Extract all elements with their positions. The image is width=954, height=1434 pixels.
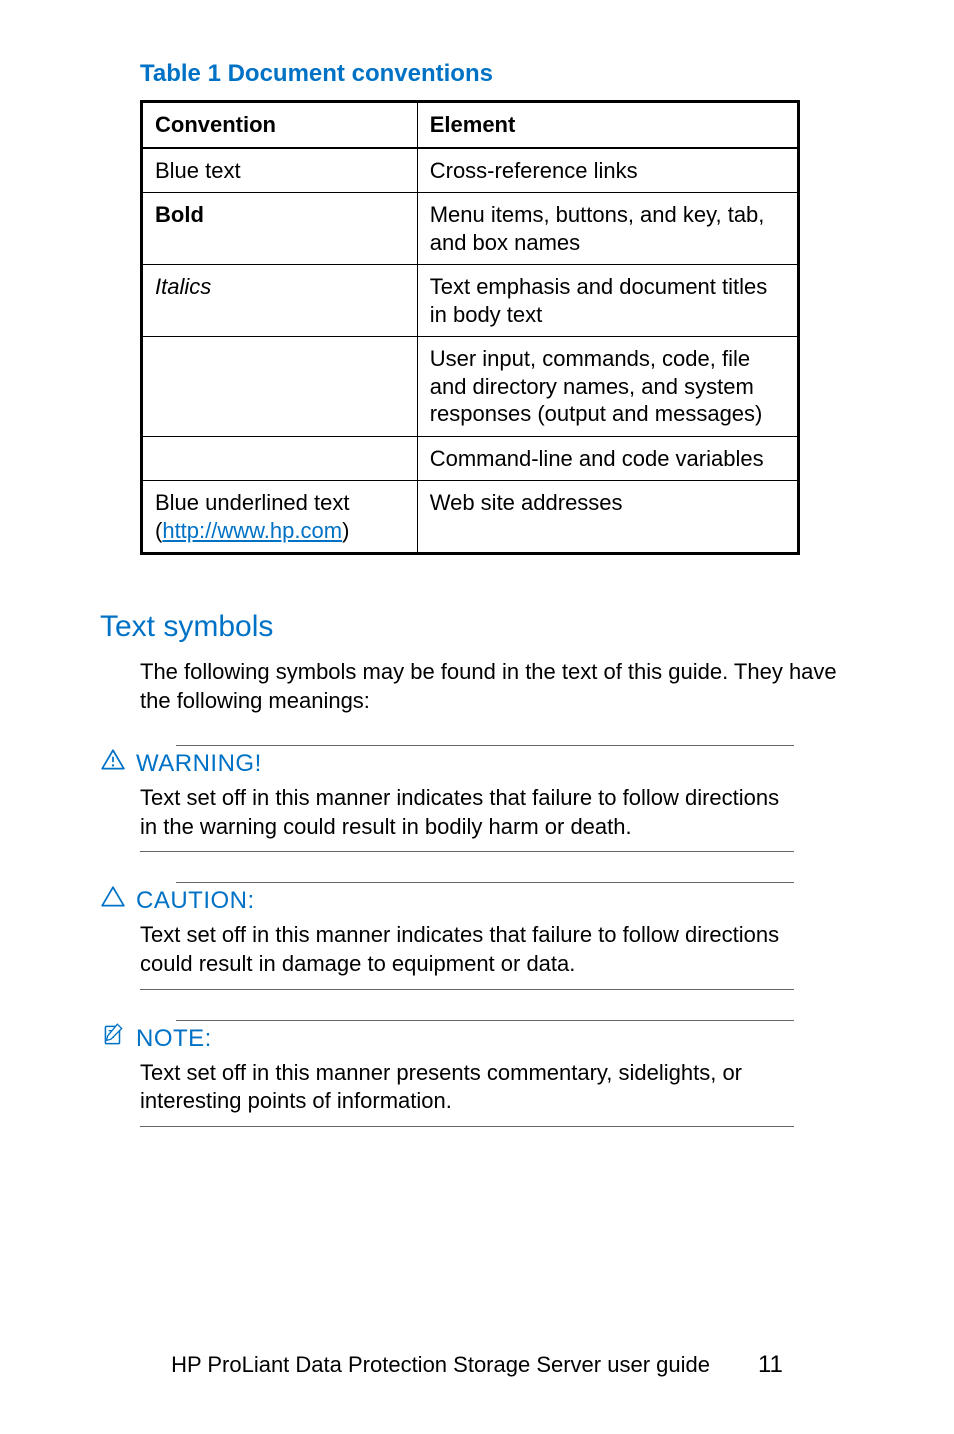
cell-convention: Bold: [142, 193, 418, 265]
header-convention: Convention: [142, 102, 418, 148]
cell-element: Command-line and code variables: [417, 436, 798, 481]
callout-header: NOTE:: [100, 1020, 854, 1053]
cell-element: Menu items, buttons, and key, tab, and b…: [417, 193, 798, 265]
cell-element: User input, commands, code, file and dir…: [417, 337, 798, 437]
footer-text: HP ProLiant Data Protection Storage Serv…: [171, 1352, 710, 1378]
cell-convention: Blue text: [142, 148, 418, 193]
table-row: Bold Menu items, buttons, and key, tab, …: [142, 193, 799, 265]
warning-callout: WARNING! Text set off in this manner ind…: [100, 745, 854, 852]
cell-convention: Blue underlined text (http://www.hp.com): [142, 481, 418, 554]
header-element: Element: [417, 102, 798, 148]
cell-element: Cross-reference links: [417, 148, 798, 193]
note-body: Text set off in this manner presents com…: [140, 1059, 794, 1116]
caution-body: Text set off in this manner indicates th…: [140, 921, 794, 978]
table-row: Command-line and code variables: [142, 436, 799, 481]
note-icon: [100, 1022, 126, 1048]
table-row: User input, commands, code, file and dir…: [142, 337, 799, 437]
cell-convention: [142, 436, 418, 481]
warning-body: Text set off in this manner indicates th…: [140, 784, 794, 841]
page-footer: HP ProLiant Data Protection Storage Serv…: [0, 1351, 954, 1379]
cell-element: Text emphasis and document titles in bod…: [417, 265, 798, 337]
cell-convention: Italics: [142, 265, 418, 337]
hp-link[interactable]: http://www.hp.com: [162, 518, 342, 543]
note-title: NOTE:: [136, 1025, 854, 1053]
caution-title: CAUTION:: [136, 887, 854, 915]
table-title: Table 1 Document conventions: [140, 60, 854, 88]
callout-header: CAUTION:: [100, 882, 854, 915]
link-suffix: ): [342, 518, 349, 543]
table-header-row: Convention Element: [142, 102, 799, 148]
page-number: 11: [758, 1351, 783, 1379]
section-heading-text-symbols: Text symbols: [100, 610, 854, 644]
table-row: Italics Text emphasis and document title…: [142, 265, 799, 337]
warning-icon: [100, 747, 126, 773]
warning-title: WARNING!: [136, 750, 854, 778]
page-content: Table 1 Document conventions Convention …: [0, 0, 954, 1167]
table-row: Blue underlined text (http://www.hp.com)…: [142, 481, 799, 554]
cell-element: Web site addresses: [417, 481, 798, 554]
section-intro: The following symbols may be found in th…: [140, 658, 844, 715]
table-row: Blue text Cross-reference links: [142, 148, 799, 193]
conventions-table: Convention Element Blue text Cross-refer…: [140, 100, 800, 555]
note-callout: NOTE: Text set off in this manner presen…: [100, 1020, 854, 1127]
cell-convention: [142, 337, 418, 437]
caution-callout: CAUTION: Text set off in this manner ind…: [100, 882, 854, 989]
callout-header: WARNING!: [100, 745, 854, 778]
caution-icon: [100, 884, 126, 910]
